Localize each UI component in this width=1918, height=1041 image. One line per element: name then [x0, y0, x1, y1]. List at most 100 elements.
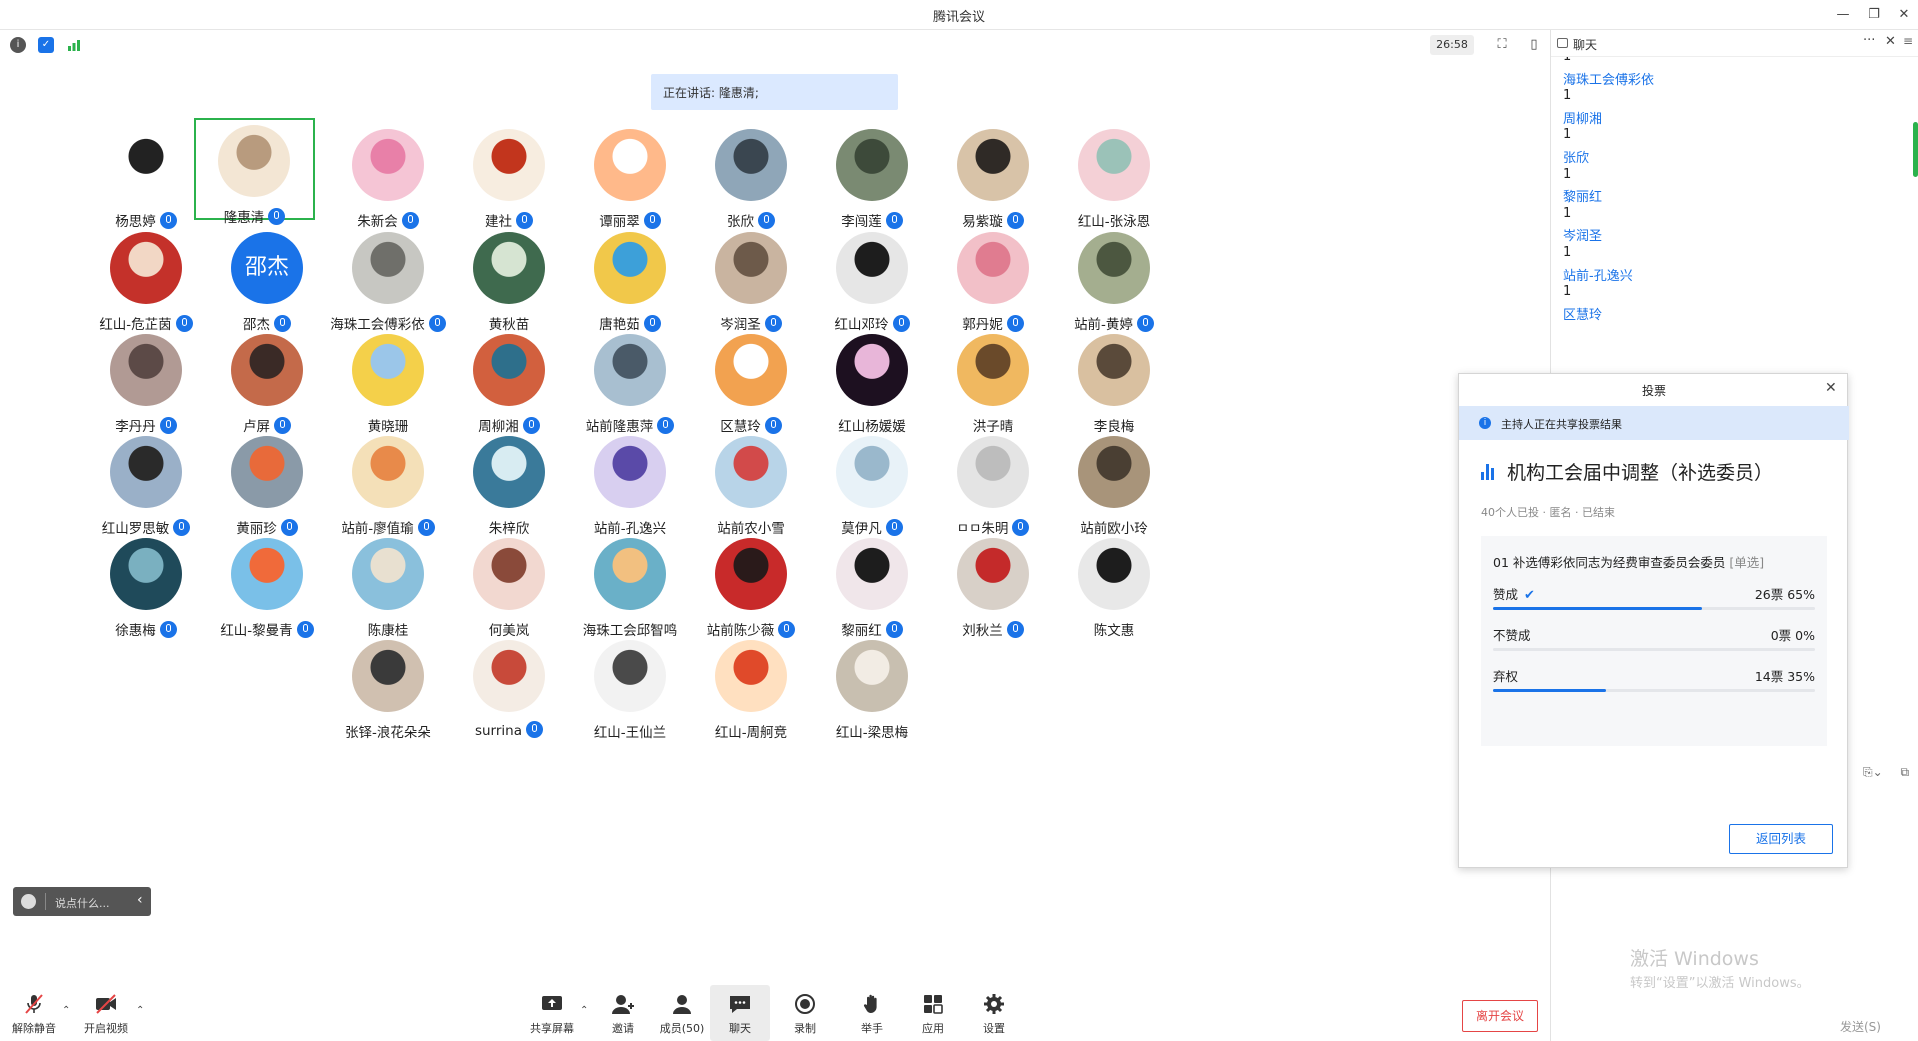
participant-avatar — [957, 334, 1029, 406]
security-shield-icon[interactable]: ✓ — [38, 37, 54, 53]
chat-sender-name: 周柳湘 — [1563, 111, 1603, 127]
layout-toggle-icon[interactable]: ▯ — [1524, 35, 1544, 55]
chat-sender-name: 区慧玲 — [1563, 307, 1603, 323]
chat-message-text: 1 — [1563, 127, 1572, 143]
poll-bars-icon — [1481, 464, 1499, 480]
settings-label: 设置 — [983, 1022, 1005, 1035]
apps-button[interactable]: 应用 — [903, 985, 963, 1041]
record-button[interactable]: 录制 — [775, 985, 835, 1041]
participant-avatar — [836, 640, 908, 712]
chat-sender-name: 黎丽红 — [1563, 190, 1603, 206]
gear-icon — [982, 993, 1006, 1015]
floating-chat-input[interactable]: 说点什么... ‹ — [13, 887, 151, 916]
unmute-label: 解除静音 — [12, 1022, 56, 1035]
participant-avatar — [594, 334, 666, 406]
apps-label: 应用 — [922, 1022, 944, 1035]
mic-icon — [1006, 621, 1024, 638]
mic-icon — [526, 721, 544, 738]
close-vote-icon[interactable]: ✕ — [1825, 380, 1837, 396]
restore-icon[interactable]: ❐ — [1863, 4, 1885, 26]
participant-avatar — [110, 436, 182, 508]
vote-dialog: 投票 ✕ i 主持人正在共享投票结果 机构工会届中调整（补选委员） 40个人已投… — [1458, 373, 1849, 868]
unmute-button[interactable]: 解除静音 — [4, 985, 64, 1041]
check-icon: ✔ — [1524, 588, 1535, 603]
info-icon[interactable]: i — [10, 37, 26, 53]
invite-button[interactable]: 邀请 — [593, 985, 653, 1041]
window-title: 腾讯会议 — [932, 10, 985, 25]
participant-avatar — [110, 334, 182, 406]
participant-avatar — [957, 436, 1029, 508]
vote-option-result: 26票 65% — [1754, 587, 1815, 602]
audio-options-chevron-icon[interactable]: ⌃ — [62, 1005, 70, 1016]
participant-name: 陈文惠 — [1040, 619, 1188, 639]
participant-avatar-initials: 邵杰 — [231, 232, 303, 304]
chat-sender-name: 岑润圣 — [1563, 229, 1603, 245]
return-to-list-button[interactable]: 返回列表 — [1729, 824, 1833, 854]
vote-question-text: 01 补选傅彩依同志为经费审查委员会委员 — [1493, 555, 1726, 570]
vote-share-banner: i 主持人正在共享投票结果 — [1459, 406, 1849, 440]
minimize-icon[interactable]: — — [1832, 4, 1854, 26]
video-options-chevron-icon[interactable]: ⌃ — [136, 1005, 144, 1016]
window-titlebar: 腾讯会议 — ❐ ✕ — [0, 0, 1918, 30]
mic-icon — [296, 621, 314, 638]
participant-avatar — [473, 232, 545, 304]
vote-question: 01 补选傅彩依同志为经费审查委员会委员 [单选] — [1493, 552, 1764, 571]
participant-avatar — [594, 436, 666, 508]
vote-option-result: 0票 0% — [1770, 628, 1815, 643]
participant-name-text: 红山-周舸竞 — [714, 725, 788, 741]
collapse-chevron-icon[interactable]: ‹ — [137, 892, 143, 908]
participant-avatar — [231, 334, 303, 406]
participant-tile[interactable]: 红山-梁思梅 — [798, 633, 946, 757]
meeting-timer: 26:58 — [1430, 35, 1474, 55]
screenshot-icon[interactable]: ⧉ — [1900, 765, 1909, 779]
close-icon[interactable]: ✕ — [1893, 4, 1915, 26]
chat-sender-name: 站前-孔逸兴 — [1563, 268, 1633, 284]
participant-avatar — [352, 640, 424, 712]
signal-icon[interactable] — [66, 37, 82, 53]
settings-button[interactable]: 设置 — [964, 985, 1024, 1041]
participant-avatar — [473, 334, 545, 406]
share-options-chevron-icon[interactable]: ⌃ — [580, 1005, 588, 1016]
close-chat-icon[interactable]: ✕ — [1885, 34, 1896, 49]
participant-avatar — [715, 334, 787, 406]
participant-avatar — [110, 538, 182, 610]
file-icon[interactable]: ⎘⌄ — [1863, 765, 1883, 779]
mic-icon — [159, 621, 177, 638]
participant-avatar — [594, 129, 666, 201]
participant-avatar — [110, 232, 182, 304]
chat-title: 聊天 — [1573, 38, 1598, 52]
chat-scrollbar[interactable] — [1913, 122, 1918, 177]
raise-hand-button[interactable]: 举手 — [842, 985, 902, 1041]
emoji-icon[interactable] — [21, 894, 36, 909]
participant-name-text: 徐惠梅 — [115, 623, 156, 639]
participant-avatar — [473, 538, 545, 610]
vote-option-label-text: 不赞成 — [1493, 628, 1531, 643]
participant-tile[interactable]: 陈文惠 — [1040, 531, 1188, 655]
fullscreen-icon[interactable]: ⛶ — [1492, 35, 1512, 55]
share-screen-icon — [540, 993, 564, 1015]
participant-avatar — [594, 640, 666, 712]
vote-option: 赞成 ✔ 26票 65% — [1493, 584, 1815, 624]
participant-avatar — [473, 436, 545, 508]
chat-message-text: 1 — [1563, 245, 1572, 260]
participant-name-text: 张铎-浪花朵朵 — [345, 725, 431, 741]
chat-message-text: 1 — [1563, 205, 1572, 221]
participant-avatar — [352, 538, 424, 610]
activation-watermark-title: 激活 Windows — [1630, 948, 1759, 970]
leave-meeting-button[interactable]: 离开会议 — [1462, 1000, 1538, 1032]
share-screen-button[interactable]: 共享屏幕 — [522, 985, 582, 1041]
meeting-bottom-bar: 解除静音 开启视频 共享屏幕 邀请 成员(50) 聊天 录制 举手 应用 设置 — [0, 985, 1550, 1041]
participant-avatar — [715, 129, 787, 201]
send-button[interactable]: 发送(S) — [1840, 1018, 1881, 1035]
video-off-icon — [94, 993, 118, 1015]
more-options-icon[interactable]: ··· — [1863, 33, 1875, 48]
participant-name-text: 红山-梁思梅 — [835, 725, 909, 741]
chat-button[interactable]: 聊天 — [710, 985, 770, 1041]
start-video-button[interactable]: 开启视频 — [76, 985, 136, 1041]
participant-avatar — [352, 232, 424, 304]
members-button[interactable]: 成员(50) — [652, 985, 712, 1041]
participant-name: 红山-梁思梅 — [798, 721, 946, 741]
participant-tile[interactable]: 隆惠清 — [194, 118, 315, 226]
menu-icon[interactable]: ≡ — [1903, 34, 1913, 48]
participant-name: 隆惠清 — [196, 206, 313, 226]
